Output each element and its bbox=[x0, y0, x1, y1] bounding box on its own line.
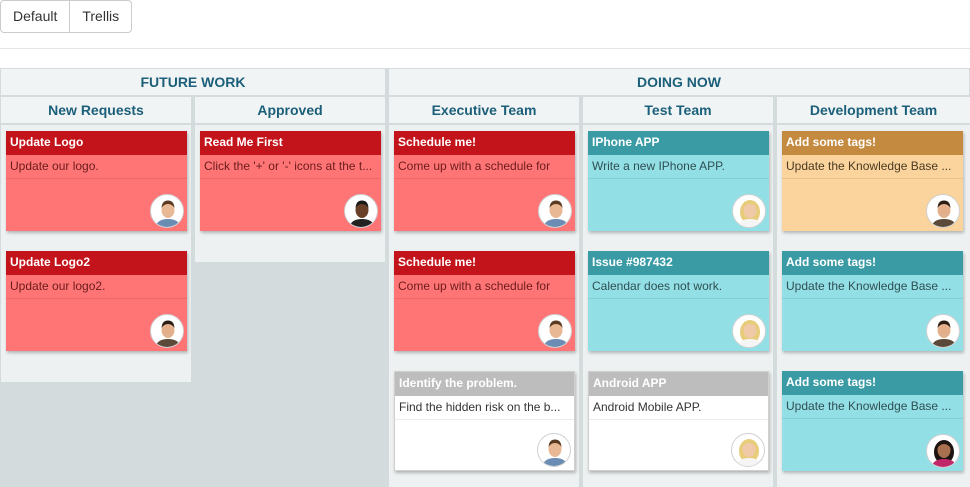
person-portrait-icon bbox=[736, 439, 762, 466]
person-portrait-icon bbox=[542, 439, 568, 466]
avatar[interactable] bbox=[344, 194, 378, 228]
task-card[interactable]: IPhone APP Write a new IPhone APP. bbox=[588, 131, 769, 231]
person-portrait-icon bbox=[931, 200, 957, 227]
person-portrait-icon bbox=[931, 320, 957, 347]
card-title: Schedule me! bbox=[394, 131, 575, 155]
card-description: Come up with a schedule for bbox=[394, 275, 575, 299]
task-card[interactable]: Issue #987432 Calendar does not work. bbox=[588, 251, 769, 351]
avatar[interactable] bbox=[732, 314, 766, 348]
divider bbox=[0, 48, 970, 49]
card-title: IPhone APP bbox=[588, 131, 769, 155]
task-card[interactable]: Add some tags! Update the Knowledge Base… bbox=[782, 131, 963, 231]
person-portrait-icon bbox=[155, 200, 181, 227]
column-header-test-team: Test Team bbox=[583, 97, 773, 123]
card-title: Add some tags! bbox=[782, 371, 963, 395]
avatar[interactable] bbox=[731, 433, 765, 467]
group-header-future-work: FUTURE WORK bbox=[1, 69, 385, 95]
default-view-button[interactable]: Default bbox=[1, 1, 69, 32]
avatar[interactable] bbox=[926, 314, 960, 348]
card-title: Android APP bbox=[589, 372, 768, 396]
group-header-doing-now: DOING NOW bbox=[389, 69, 969, 95]
person-portrait-icon bbox=[737, 200, 763, 227]
card-description: Android Mobile APP. bbox=[589, 396, 768, 420]
person-portrait-icon bbox=[931, 440, 957, 467]
avatar[interactable] bbox=[926, 194, 960, 228]
column-header-new-requests: New Requests bbox=[1, 97, 191, 123]
card-description: Write a new IPhone APP. bbox=[588, 155, 769, 179]
task-card[interactable]: Schedule me! Come up with a schedule for bbox=[394, 131, 575, 231]
card-title: Add some tags! bbox=[782, 251, 963, 275]
card-title: Read Me First bbox=[200, 131, 381, 155]
task-card[interactable]: Schedule me! Come up with a schedule for bbox=[394, 251, 575, 351]
card-title: Update Logo bbox=[6, 131, 187, 155]
card-title: Issue #987432 bbox=[588, 251, 769, 275]
card-description: Calendar does not work. bbox=[588, 275, 769, 299]
avatar[interactable] bbox=[926, 434, 960, 468]
card-description: Update the Knowledge Base ... bbox=[782, 395, 963, 419]
kanban-board: FUTURE WORK DOING NOW New Requests Appro… bbox=[0, 68, 970, 487]
task-card[interactable]: Read Me First Click the '+' or '-' icons… bbox=[200, 131, 381, 231]
avatar[interactable] bbox=[537, 433, 571, 467]
avatar[interactable] bbox=[538, 314, 572, 348]
person-portrait-icon bbox=[349, 200, 375, 227]
card-description: Update our logo. bbox=[6, 155, 187, 179]
column-header-development-team: Development Team bbox=[777, 97, 970, 123]
card-title: Identify the problem. bbox=[395, 372, 574, 396]
task-card[interactable]: Add some tags! Update the Knowledge Base… bbox=[782, 371, 963, 471]
column-header-approved: Approved bbox=[195, 97, 385, 123]
card-title: Schedule me! bbox=[394, 251, 575, 275]
avatar[interactable] bbox=[150, 194, 184, 228]
avatar[interactable] bbox=[732, 194, 766, 228]
task-card[interactable]: Update Logo Update our logo. bbox=[6, 131, 187, 231]
card-description: Come up with a schedule for bbox=[394, 155, 575, 179]
card-description: Click the '+' or '-' icons at the t... bbox=[200, 155, 381, 179]
card-title: Update Logo2 bbox=[6, 251, 187, 275]
trellis-view-button[interactable]: Trellis bbox=[69, 1, 131, 32]
person-portrait-icon bbox=[155, 320, 181, 347]
person-portrait-icon bbox=[543, 200, 569, 227]
column-header-executive-team: Executive Team bbox=[389, 97, 579, 123]
card-description: Update our logo2. bbox=[6, 275, 187, 299]
avatar[interactable] bbox=[538, 194, 572, 228]
card-title: Add some tags! bbox=[782, 131, 963, 155]
card-description: Update the Knowledge Base ... bbox=[782, 275, 963, 299]
task-card[interactable]: Android APP Android Mobile APP. bbox=[588, 371, 769, 471]
person-portrait-icon bbox=[737, 320, 763, 347]
view-toggle: Default Trellis bbox=[0, 0, 133, 33]
task-card[interactable]: Add some tags! Update the Knowledge Base… bbox=[782, 251, 963, 351]
card-description: Update the Knowledge Base ... bbox=[782, 155, 963, 179]
avatar[interactable] bbox=[150, 314, 184, 348]
task-card[interactable]: Identify the problem. Find the hidden ri… bbox=[394, 371, 575, 471]
task-card[interactable]: Update Logo2 Update our logo2. bbox=[6, 251, 187, 351]
person-portrait-icon bbox=[543, 320, 569, 347]
card-description: Find the hidden risk on the b... bbox=[395, 396, 574, 420]
